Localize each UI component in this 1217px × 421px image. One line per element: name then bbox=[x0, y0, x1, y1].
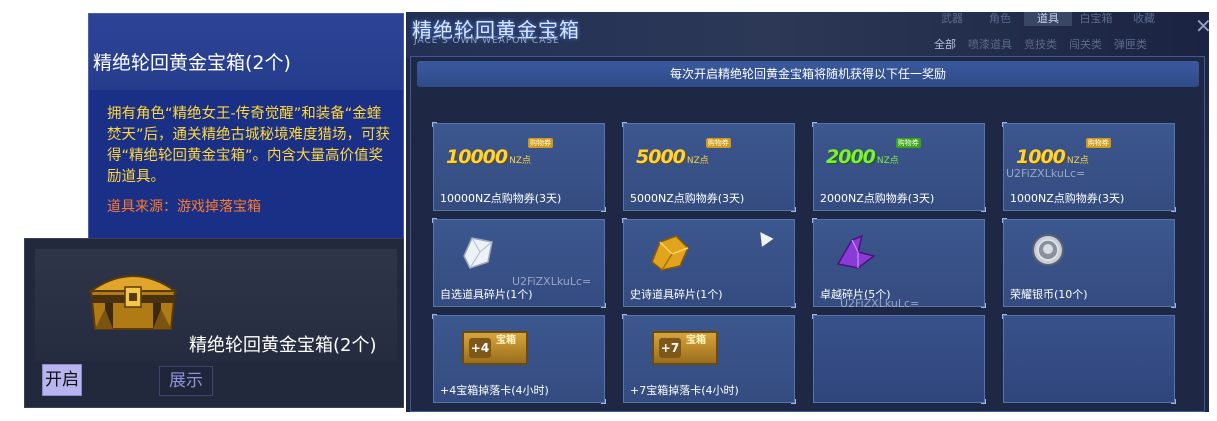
voucher-tag: 购物券 bbox=[1085, 138, 1111, 148]
sub-tabs: 全部 喷漆道具 竞技类 闯关类 弹匣类 bbox=[934, 38, 1159, 52]
subtab-spray[interactable]: 喷漆道具 bbox=[968, 38, 1012, 52]
reward-cell[interactable]: +7 宝箱 +7宝箱掉落卡(4小时) bbox=[622, 314, 796, 404]
reward-cell[interactable]: +4 宝箱 +4宝箱掉落卡(4小时) bbox=[432, 314, 606, 404]
top-tabs: 武器 角色 道具 白宝箱 收藏 bbox=[928, 12, 1168, 26]
tab-collection[interactable]: 收藏 bbox=[1120, 12, 1168, 26]
screen: 精绝轮回黄金宝箱(2个) 拥有角色“精绝女王-传奇觉醒”和装备“金蝰焚天”后，通… bbox=[0, 0, 1217, 421]
voucher-unit: NZ点 bbox=[1066, 156, 1089, 166]
tab-character[interactable]: 角色 bbox=[976, 12, 1024, 26]
reward-label: 荣耀银币(10个) bbox=[1010, 288, 1088, 301]
reward-panel: 精绝轮回黄金宝箱 JACE'S OWN WEAPON CASE 武器 角色 道具… bbox=[406, 12, 1209, 412]
subtab-competitive[interactable]: 竞技类 bbox=[1024, 38, 1057, 52]
item-card: 精绝轮回黄金宝箱(2个) 开启 展示 bbox=[24, 238, 404, 408]
watermark: U2FiZXLkuLc= bbox=[512, 275, 592, 288]
silver-coin-icon bbox=[1032, 234, 1064, 266]
reward-cell[interactable]: 荣耀银币(10个) bbox=[1002, 218, 1176, 308]
subtab-magazine[interactable]: 弹匣类 bbox=[1114, 38, 1147, 52]
reward-cell[interactable]: 2000 NZ点 购物券 2000NZ点购物券(3天) bbox=[812, 122, 986, 212]
subtab-all[interactable]: 全部 bbox=[934, 38, 956, 52]
voucher-tag: 购物券 bbox=[895, 138, 921, 148]
gold-crystal-icon bbox=[651, 235, 689, 271]
tooltip-header: 精绝轮回黄金宝箱(2个) bbox=[89, 14, 403, 90]
drop-card-word: 宝箱 bbox=[686, 335, 706, 346]
voucher-unit: NZ点 bbox=[509, 156, 532, 166]
tab-white-chest[interactable]: 白宝箱 bbox=[1072, 12, 1120, 26]
voucher-amount: 5000 bbox=[636, 146, 686, 168]
tooltip-title: 精绝轮回黄金宝箱(2个) bbox=[93, 52, 291, 74]
white-crystal-icon bbox=[463, 237, 493, 269]
panel-subtitle: JACE'S OWN WEAPON CASE bbox=[414, 36, 560, 46]
open-button[interactable]: 开启 bbox=[42, 364, 82, 396]
drop-card-plus: +7 bbox=[659, 338, 681, 358]
nz-voucher-icon: 10000 NZ点 购物券 bbox=[446, 138, 554, 170]
golden-chest-icon bbox=[87, 275, 179, 330]
reward-label: 自选道具碎片(1个) bbox=[440, 288, 533, 301]
reward-label: 1000NZ点购物券(3天) bbox=[1010, 192, 1125, 205]
voucher-tag: 购物券 bbox=[528, 138, 554, 148]
voucher-tag: 购物券 bbox=[705, 138, 731, 148]
tab-items[interactable]: 道具 bbox=[1024, 12, 1072, 26]
reward-label: 2000NZ点购物券(3天) bbox=[820, 192, 935, 205]
reward-box: 每次开启精绝轮回黄金宝箱将随机获得以下任一奖励 10000 NZ点 购物券 100… bbox=[410, 56, 1205, 412]
voucher-amount: 1000 bbox=[1016, 146, 1066, 168]
watermark: U2FiZXLkuLc= bbox=[840, 297, 920, 310]
tooltip-description: 拥有角色“精绝女王-传奇觉醒”和装备“金蝰焚天”后，通关精绝古城秘境难度猎场，可… bbox=[107, 106, 391, 185]
item-card-name: 精绝轮回黄金宝箱(2个) bbox=[189, 335, 377, 356]
subtab-stage[interactable]: 闯关类 bbox=[1069, 38, 1102, 52]
voucher-amount: 10000 bbox=[446, 146, 508, 168]
close-icon[interactable]: ✕ bbox=[1195, 16, 1209, 36]
reward-label: +7宝箱掉落卡(4小时) bbox=[630, 384, 739, 397]
item-tooltip: 精绝轮回黄金宝箱(2个) 拥有角色“精绝女王-传奇觉醒”和装备“金蝰焚天”后，通… bbox=[88, 13, 404, 243]
tab-weapon[interactable]: 武器 bbox=[928, 12, 976, 26]
reward-cell[interactable]: 10000 NZ点 购物券 10000NZ点购物券(3天) bbox=[432, 122, 606, 212]
reward-grid: 10000 NZ点 购物券 10000NZ点购物券(3天) 5000 NZ点 购物券… bbox=[411, 57, 1206, 412]
empty-reward-cell bbox=[812, 314, 986, 404]
drop-card-icon: +7 宝箱 bbox=[652, 331, 718, 365]
show-button[interactable]: 展示 bbox=[159, 366, 213, 396]
nz-voucher-icon: 2000 NZ点 购物券 bbox=[826, 138, 921, 170]
tooltip-body: 拥有角色“精绝女王-传奇觉醒”和装备“金蝰焚天”后，通关精绝古城秘境难度猎场，可… bbox=[89, 90, 403, 216]
voucher-unit: NZ点 bbox=[686, 156, 709, 166]
nz-voucher-icon: 5000 NZ点 购物券 bbox=[636, 138, 731, 170]
drop-card-icon: +4 宝箱 bbox=[462, 331, 528, 365]
reward-cell[interactable]: 卓越碎片(5个) bbox=[812, 218, 986, 308]
reward-label: 5000NZ点购物券(3天) bbox=[630, 192, 745, 205]
empty-reward-cell bbox=[1002, 314, 1176, 404]
tooltip-source: 道具来源：游戏掉落宝箱 bbox=[107, 199, 261, 215]
voucher-unit: NZ点 bbox=[876, 156, 899, 166]
drop-card-plus: +4 bbox=[469, 338, 491, 358]
purple-crystal-icon bbox=[836, 234, 876, 269]
watermark: U2FiZXLkuLc= bbox=[1006, 167, 1086, 180]
voucher-amount: 2000 bbox=[826, 146, 876, 168]
reward-label: 10000NZ点购物券(3天) bbox=[440, 192, 562, 205]
reward-label: +4宝箱掉落卡(4小时) bbox=[440, 384, 549, 397]
reward-cell[interactable]: 自选道具碎片(1个) bbox=[432, 218, 606, 308]
reward-cell[interactable]: 5000 NZ点 购物券 5000NZ点购物券(3天) bbox=[622, 122, 796, 212]
reward-label: 史诗道具碎片(1个) bbox=[630, 288, 723, 301]
drop-card-word: 宝箱 bbox=[496, 335, 516, 346]
